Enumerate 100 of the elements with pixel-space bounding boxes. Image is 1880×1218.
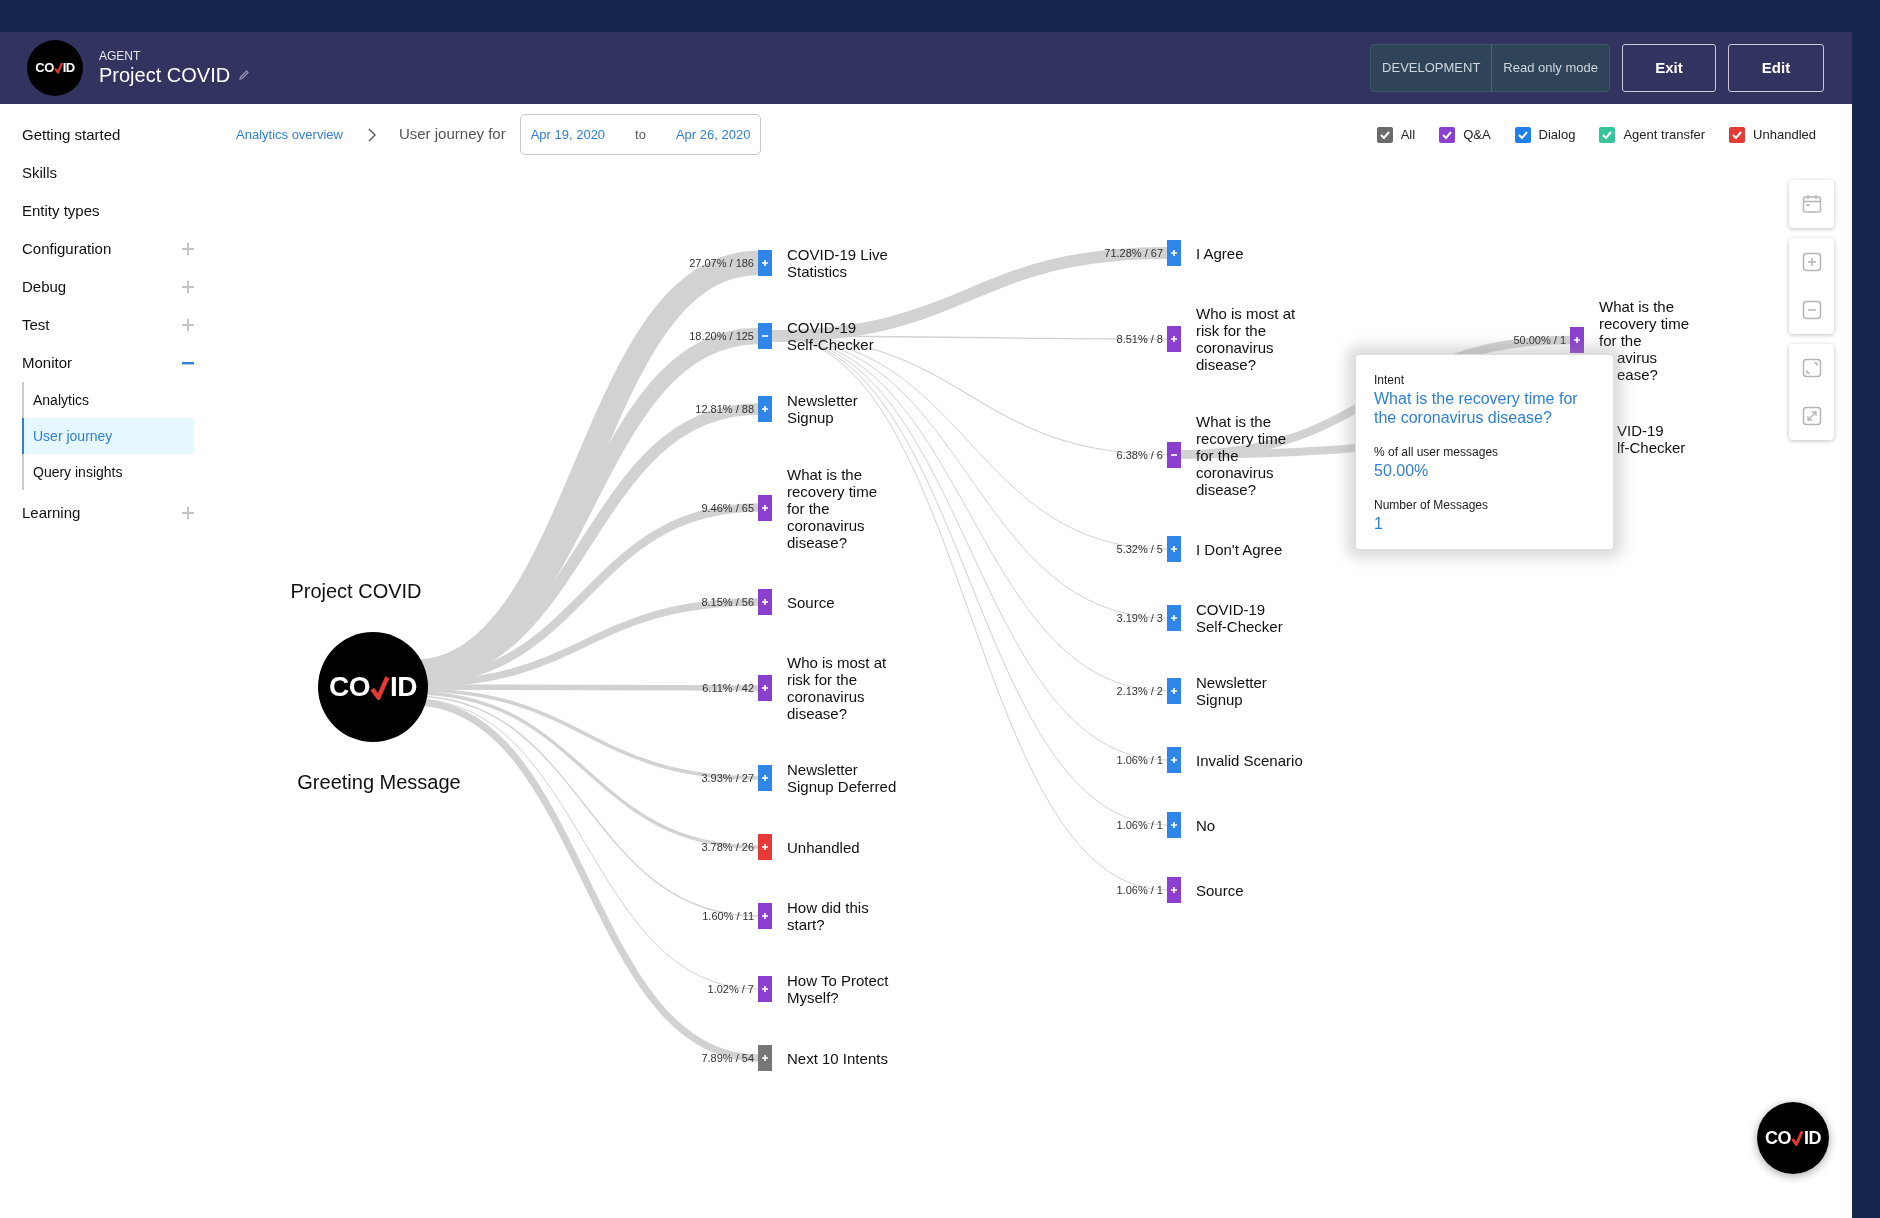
node-label: Invalid Scenario (1196, 751, 1303, 769)
flow-value: 50.00% / 1 (1513, 332, 1566, 348)
node-label: COVID-19 Live Statistics (787, 246, 888, 280)
flow-value: 1.02% / 7 (707, 981, 754, 997)
nav-item[interactable]: Monitor (22, 351, 73, 375)
flow-value: 27.07% / 186 (689, 255, 754, 271)
checkbox[interactable] (1439, 126, 1456, 143)
node-label: How To Protect Myself? (787, 972, 889, 1006)
node-toggle[interactable] (758, 589, 772, 615)
agent-label: AGENT (99, 49, 142, 63)
node-toggle[interactable] (758, 323, 772, 349)
node-toggle[interactable] (1167, 240, 1181, 266)
header-button[interactable]: Edit (1728, 44, 1824, 92)
flow-value: 8.15% / 56 (701, 594, 754, 610)
node-toggle[interactable] (758, 494, 772, 521)
nav-item[interactable]: Learning (22, 501, 81, 525)
tooltip-title: What is the recovery time for the coronavirus disease? (1374, 389, 1579, 427)
checkbox[interactable] (1514, 126, 1531, 143)
checkbox[interactable] (1599, 126, 1616, 143)
nav-item[interactable]: Debug (22, 275, 67, 299)
node-toggle[interactable] (758, 250, 772, 276)
flow-value: 1.60% / 11 (702, 908, 754, 924)
tooltip-label: % of all user messages (1374, 444, 1500, 461)
date-range-field[interactable]: Apr 19, 2020 to Apr 26, 2020 (519, 114, 762, 155)
logo-text: CO (1765, 1126, 1791, 1150)
flow-value: 3.78% / 26 (701, 839, 754, 855)
breadcrumb-link[interactable]: Analytics overview (236, 124, 343, 145)
assistant-button[interactable]: CO ID (1757, 1102, 1829, 1174)
flow-value: 6.11% / 42 (702, 680, 754, 696)
nav-subitem[interactable]: Query insights (22, 454, 194, 490)
flow-value: 3.19% / 3 (1116, 610, 1163, 626)
flow-value: 1.06% / 1 (1116, 882, 1163, 898)
node-toggle[interactable] (1167, 326, 1181, 352)
node-label: What is the recovery time for the avirus ease? (1599, 297, 1690, 383)
node-toggle[interactable] (1167, 441, 1181, 468)
checkbox-label: Q&A (1463, 125, 1491, 144)
node-toggle[interactable] (758, 765, 772, 791)
node-label: What is the recovery time for the coronavirus disease? (1196, 412, 1287, 497)
nav-item[interactable]: Configuration (22, 237, 112, 261)
check-icon (53, 62, 63, 74)
zoom-out-icon (1801, 300, 1822, 320)
node-label: COVID-19 Self-Checker (1196, 601, 1283, 635)
tooltip-value: 50.00% (1374, 461, 1430, 480)
flow-value: 12.81% / 88 (695, 401, 754, 417)
node-toggle[interactable] (758, 976, 772, 1002)
flow-value: 7.89% / 54 (701, 1050, 754, 1066)
expand-icon[interactable] (182, 281, 194, 293)
nav-item[interactable]: Test (22, 313, 50, 337)
node-label: Who is most at risk for the coronavirus disease? (1196, 305, 1296, 373)
project-title: Project COVID (99, 63, 231, 87)
checkbox-label: Agent transfer (1623, 125, 1706, 144)
node-toggle[interactable] (758, 396, 772, 422)
node-toggle[interactable] (758, 1045, 772, 1071)
node-label: Source (1196, 881, 1244, 899)
checkbox[interactable] (1376, 126, 1393, 143)
logo-text: CO (329, 670, 370, 704)
flow-value: 1.06% / 1 (1116, 817, 1163, 833)
node-toggle[interactable] (1167, 812, 1181, 838)
node-label: I Agree (1196, 244, 1244, 262)
logo-text: ID (1804, 1126, 1821, 1150)
check-icon (1791, 1130, 1804, 1146)
fit-icon (1801, 358, 1822, 378)
node-label: Newsletter Signup Deferred (787, 761, 897, 795)
source-title: Project COVID (290, 579, 422, 604)
node-toggle[interactable] (758, 675, 772, 701)
pencil-icon[interactable] (238, 69, 251, 81)
nav-item[interactable]: Getting started (22, 123, 121, 147)
expand-icon[interactable] (182, 319, 194, 331)
check-icon (370, 674, 390, 700)
checkbox[interactable] (1729, 126, 1746, 143)
node-label: Unhandled (787, 838, 860, 856)
expand-icon[interactable] (182, 507, 194, 519)
logo-text: ID (390, 670, 417, 704)
flow-value: 8.51% / 8 (1116, 331, 1163, 347)
nav-subitem[interactable]: Analytics (22, 382, 194, 418)
mode-label: Read only mode (1491, 44, 1609, 92)
node-label: I Don't Agree (1196, 540, 1283, 558)
node-toggle[interactable] (1167, 605, 1181, 631)
environment-label: DEVELOPMENT (1381, 59, 1482, 77)
nav-item[interactable]: Entity types (22, 199, 100, 223)
node-label: Who is most at risk for the coronavirus disease? (787, 654, 887, 722)
node-toggle[interactable] (758, 834, 772, 860)
node-toggle[interactable] (1570, 327, 1584, 353)
node-toggle[interactable] (1167, 678, 1181, 704)
tooltip-value: 1 (1374, 514, 1384, 533)
node-toggle[interactable] (1167, 877, 1181, 903)
header-button[interactable]: Exit (1622, 44, 1716, 92)
flow-value: 6.38% / 6 (1116, 447, 1163, 463)
node-toggle[interactable] (1167, 747, 1181, 773)
node-toggle[interactable] (758, 903, 772, 929)
expand-icon[interactable] (182, 243, 194, 255)
nav-item[interactable]: Skills (22, 161, 57, 185)
chevron-icon (366, 127, 377, 142)
tooltip-heading: Intent (1374, 372, 1406, 389)
calendar-icon (1801, 194, 1822, 214)
expand-icon (1801, 406, 1822, 426)
nav-subitem[interactable]: User journey (22, 418, 194, 454)
node-toggle[interactable] (1167, 536, 1181, 562)
source-subtitle: Greeting Message (297, 770, 461, 795)
flow-value: 5.32% / 5 (1116, 541, 1163, 557)
